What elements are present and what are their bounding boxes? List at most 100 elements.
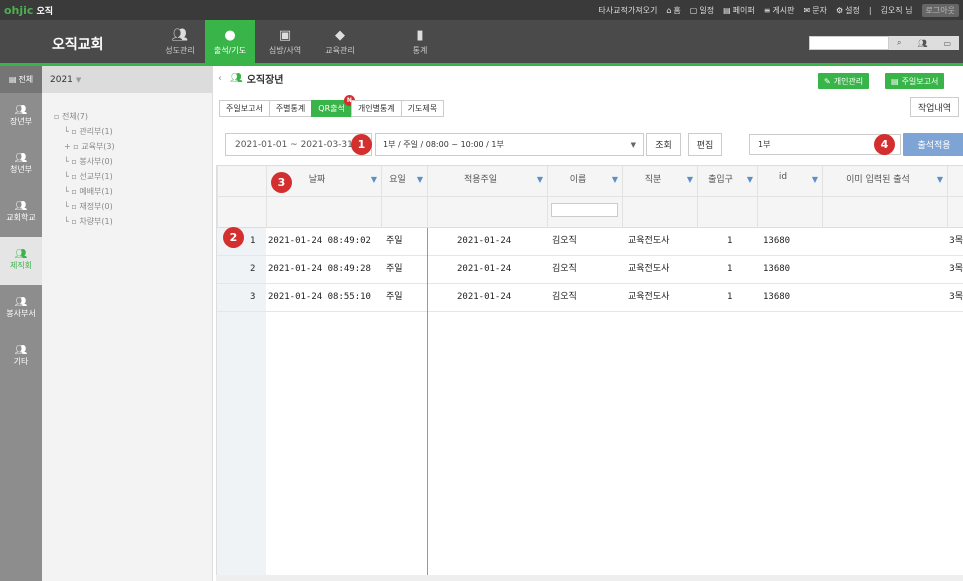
people-icon: 👥︎: [14, 345, 28, 356]
date-range-input[interactable]: 2021-01-01 ~ 2021-03-31: [225, 133, 372, 156]
search-icon[interactable]: ⌕: [897, 38, 901, 48]
personal-management-button[interactable]: ✎ 개인관리: [818, 73, 870, 89]
tree-node[interactable]: └ ▫ 재정부(0): [54, 199, 212, 214]
column-header-position[interactable]: 직분 ▼: [622, 166, 697, 228]
home-link[interactable]: ⌂ 홈: [666, 5, 680, 16]
horizontal-scrollbar[interactable]: [216, 575, 963, 581]
sidebar-item-adult[interactable]: 👥︎ 장년부: [0, 93, 42, 141]
table-row[interactable]: 2 2021-01-24 08:49:28 주일 2021-01-24 김오직 …: [217, 256, 963, 284]
frozen-column-divider: [427, 228, 428, 580]
header-label: 직분: [644, 175, 662, 185]
header-divider: [548, 196, 622, 197]
tab-personal-stats[interactable]: 개인별통계: [350, 100, 402, 117]
list-icon: ▤: [8, 75, 17, 84]
logo[interactable]: ohjic 오직: [4, 4, 53, 17]
cell-extra: 3목: [949, 292, 963, 302]
header-divider: [267, 196, 381, 197]
nav-education[interactable]: ◆ 교육관리: [315, 20, 365, 66]
service-select[interactable]: 1부 / 주일 / 08:00 ~ 10:00 / 1부 ▼: [375, 133, 644, 156]
tab-prayer-requests[interactable]: 기도제목: [400, 100, 445, 117]
filter-icon[interactable]: ▼: [417, 175, 423, 184]
filter-icon[interactable]: ▼: [747, 175, 753, 184]
nav-attendance-prayer[interactable]: ● 출석/기도: [205, 20, 255, 66]
tree-node[interactable]: └ ▫ 선교부(1): [54, 169, 212, 184]
people-icon: 👥︎: [14, 201, 28, 212]
column-header-id[interactable]: id ▼: [757, 166, 822, 228]
header-divider: [428, 196, 547, 197]
tree-node[interactable]: └ ▫ 예배부(1): [54, 184, 212, 199]
column-header-entrance[interactable]: 출입구 ▼: [697, 166, 757, 228]
attendance-grid: 날짜 ▼ 요일 ▼ 적용주일 ▼ 이름 ▼ 직분 ▼ 출입구 ▼ id ▼ 이미 입력된 출석…: [216, 165, 963, 581]
filter-icon[interactable]: ▼: [812, 175, 818, 184]
tab-weekly-stats[interactable]: 주별통계: [268, 100, 313, 117]
chevron-left-icon[interactable]: ‹: [218, 73, 222, 84]
annotation-marker-1: 1: [351, 134, 372, 155]
work-history-button[interactable]: 작업내역: [909, 97, 959, 117]
filter-icon[interactable]: ▼: [612, 175, 618, 184]
table-row[interactable]: 3 2021-01-24 08:55:10 주일 2021-01-24 김오직 …: [217, 284, 963, 312]
tree-node[interactable]: └ ▫ 봉사부(0): [54, 154, 212, 169]
schedule-link[interactable]: ▢ 일정: [690, 5, 714, 16]
weekly-report-button[interactable]: ▤ 주일보고서: [885, 73, 945, 89]
sms-label: 문자: [812, 5, 827, 15]
people-icon: 👥︎: [14, 153, 28, 164]
printer-icon: ▤: [723, 5, 731, 15]
year-select[interactable]: 2021 ▼: [42, 66, 212, 93]
person-icon: └ ▫: [64, 217, 80, 226]
filter-icon[interactable]: ▼: [371, 175, 377, 184]
briefcase-icon: ▣: [278, 28, 292, 43]
settings-link[interactable]: ⚙ 설정: [836, 5, 860, 16]
people-search-icon[interactable]: 👥︎: [917, 39, 927, 48]
person-icon: └ ▫: [64, 157, 80, 166]
board-link[interactable]: ≡ 게시판: [764, 5, 795, 16]
sms-link[interactable]: ✉ 문자: [804, 5, 827, 16]
expand-icon[interactable]: + ▫: [64, 142, 81, 151]
cell-no: 1: [250, 236, 256, 246]
sidebar-item-youth[interactable]: 👥︎ 청년부: [0, 141, 42, 189]
sidebar-item-label: 봉사부서: [6, 309, 36, 318]
church-name[interactable]: 오직교회: [52, 34, 104, 54]
table-row[interactable]: 1 2021-01-24 08:49:02 주일 2021-01-24 김오직 …: [217, 228, 963, 256]
tree-root[interactable]: ▫ 전체(7): [54, 109, 212, 124]
sidebar-item-all[interactable]: ▤ 전체: [0, 66, 42, 93]
sidebar-item-church-school[interactable]: 👥︎ 교회학교: [0, 189, 42, 237]
apply-attendance-button[interactable]: 출석적용: [903, 133, 963, 156]
column-header-already-entered[interactable]: 이미 입력된 출석 ▼: [822, 166, 947, 228]
list-icon: ≡: [763, 5, 771, 15]
card-icon[interactable]: ▭: [943, 39, 951, 48]
paper-link[interactable]: ▤ 페이퍼: [723, 5, 755, 16]
sidebar-item-deacons[interactable]: 👥︎ 제직회: [0, 237, 42, 285]
tree-node[interactable]: └ ▫ 차량부(1): [54, 214, 212, 229]
header-divider: [758, 196, 822, 197]
filter-icon[interactable]: ▼: [687, 175, 693, 184]
cell-id: 13680: [763, 292, 791, 302]
tree-label: 전체(7): [61, 112, 89, 121]
edit-button[interactable]: 편집: [688, 133, 722, 156]
board-label: 게시판: [772, 5, 795, 15]
search-button[interactable]: 조회: [646, 133, 681, 156]
logout-button[interactable]: 로그아웃: [921, 3, 959, 17]
column-header-applied-week[interactable]: 적용주일 ▼: [427, 166, 547, 228]
nav-member-management[interactable]: 👥︎ 성도관리: [155, 20, 205, 66]
sidebar-item-service-dept[interactable]: 👥︎ 봉사부서: [0, 285, 42, 333]
sidebar-item-label: 청년부: [9, 165, 33, 174]
nav-visit-ministry[interactable]: ▣ 심방/사역: [260, 20, 310, 66]
tree-label: 재정부(0): [79, 202, 113, 211]
tab-weekly-report[interactable]: 주일보고서: [219, 100, 270, 117]
tree-label: 교육부(3): [81, 142, 115, 151]
other-church-link[interactable]: 타사교적가져오기: [598, 5, 657, 16]
name-filter-input[interactable]: [551, 203, 618, 217]
filter-icon[interactable]: ▼: [537, 175, 543, 184]
filter-icon[interactable]: ▼: [937, 175, 943, 184]
column-header-name[interactable]: 이름 ▼: [547, 166, 622, 228]
tree-node[interactable]: + ▫ 교육부(3): [54, 139, 212, 154]
logo-brand: ohjic: [4, 3, 34, 17]
nav-statistics[interactable]: ▮ 통계: [395, 20, 445, 66]
year-value: 2021: [50, 74, 73, 85]
people-icon: 👥︎: [14, 105, 28, 116]
tab-qr-attendance[interactable]: QR출석 N: [311, 95, 355, 117]
sidebar-item-etc[interactable]: 👥︎ 기타: [0, 333, 42, 381]
column-header-day[interactable]: 요일 ▼: [381, 166, 427, 228]
search-input[interactable]: [809, 36, 889, 50]
tree-node[interactable]: └ ▫ 관리부(1): [54, 124, 212, 139]
